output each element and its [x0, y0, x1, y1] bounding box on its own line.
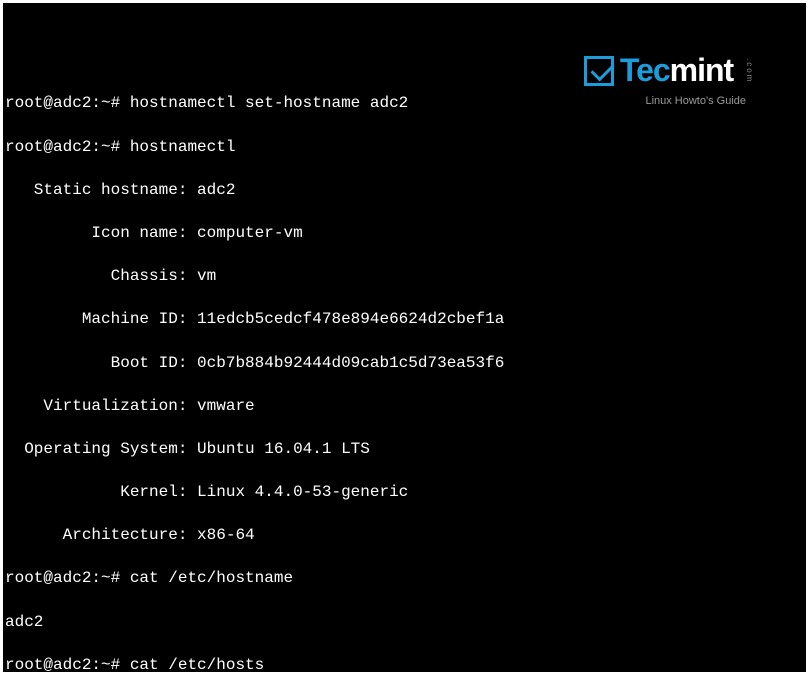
terminal-line: Icon name: computer-vm [5, 223, 804, 245]
output-value: 0cb7b884b92444d09cab1c5d73ea53f6 [197, 354, 504, 372]
terminal-line: Kernel: Linux 4.4.0-53-generic [5, 482, 804, 504]
output-value: adc2 [197, 181, 235, 199]
command-text: hostnamectl [130, 138, 236, 156]
logo-com-text: .com [743, 58, 754, 83]
logo-brand-text: Tecmint [620, 49, 733, 92]
terminal-window[interactable]: Tecmint .com Linux Howto's Guide root@ad… [3, 3, 806, 672]
terminal-line: Boot ID: 0cb7b884b92444d09cab1c5d73ea53f… [5, 353, 804, 375]
terminal-line: root@adc2:~# cat /etc/hosts [5, 655, 804, 672]
output-label: Kernel: [5, 483, 187, 501]
terminal-line: Machine ID: 11edcb5cedcf478e894e6624d2cb… [5, 309, 804, 331]
logo-tagline: Linux Howto's Guide [645, 94, 746, 109]
command-text: hostnamectl set-hostname adc2 [130, 94, 408, 112]
output-label: Boot ID: [5, 354, 187, 372]
logo-brand-white: mint [670, 52, 734, 88]
output-label: Virtualization: [5, 397, 187, 415]
terminal-line: Operating System: Ubuntu 16.04.1 LTS [5, 439, 804, 461]
output-label: Icon name: [5, 224, 187, 242]
shell-prompt: root@adc2:~# [5, 138, 120, 156]
terminal-line: Virtualization: vmware [5, 396, 804, 418]
output-value: vm [197, 267, 216, 285]
output-value: adc2 [5, 613, 43, 631]
logo-main-row: Tecmint .com [584, 49, 754, 92]
terminal-line: root@adc2:~# hostnamectl [5, 137, 804, 159]
output-value: Ubuntu 16.04.1 LTS [197, 440, 370, 458]
output-value: x86-64 [197, 526, 255, 544]
output-label: Chassis: [5, 267, 187, 285]
output-value: 11edcb5cedcf478e894e6624d2cbef1a [197, 310, 504, 328]
watermark-logo: Tecmint .com Linux Howto's Guide [584, 49, 754, 109]
shell-prompt: root@adc2:~# [5, 94, 120, 112]
shell-prompt: root@adc2:~# [5, 656, 120, 672]
output-label: Static hostname: [5, 181, 187, 199]
terminal-line: Chassis: vm [5, 266, 804, 288]
checkmark-box-icon [584, 56, 614, 86]
output-label: Machine ID: [5, 310, 187, 328]
output-label: Operating System: [5, 440, 187, 458]
output-value: vmware [197, 397, 255, 415]
output-value: computer-vm [197, 224, 303, 242]
command-text: cat /etc/hosts [130, 656, 264, 672]
logo-brand-blue: Tec [620, 52, 670, 88]
output-value: Linux 4.4.0-53-generic [197, 483, 408, 501]
terminal-line: Architecture: x86-64 [5, 525, 804, 547]
command-text: cat /etc/hostname [130, 569, 293, 587]
terminal-line: adc2 [5, 612, 804, 634]
output-label: Architecture: [5, 526, 187, 544]
terminal-line: Static hostname: adc2 [5, 180, 804, 202]
shell-prompt: root@adc2:~# [5, 569, 120, 587]
terminal-line: root@adc2:~# cat /etc/hostname [5, 568, 804, 590]
